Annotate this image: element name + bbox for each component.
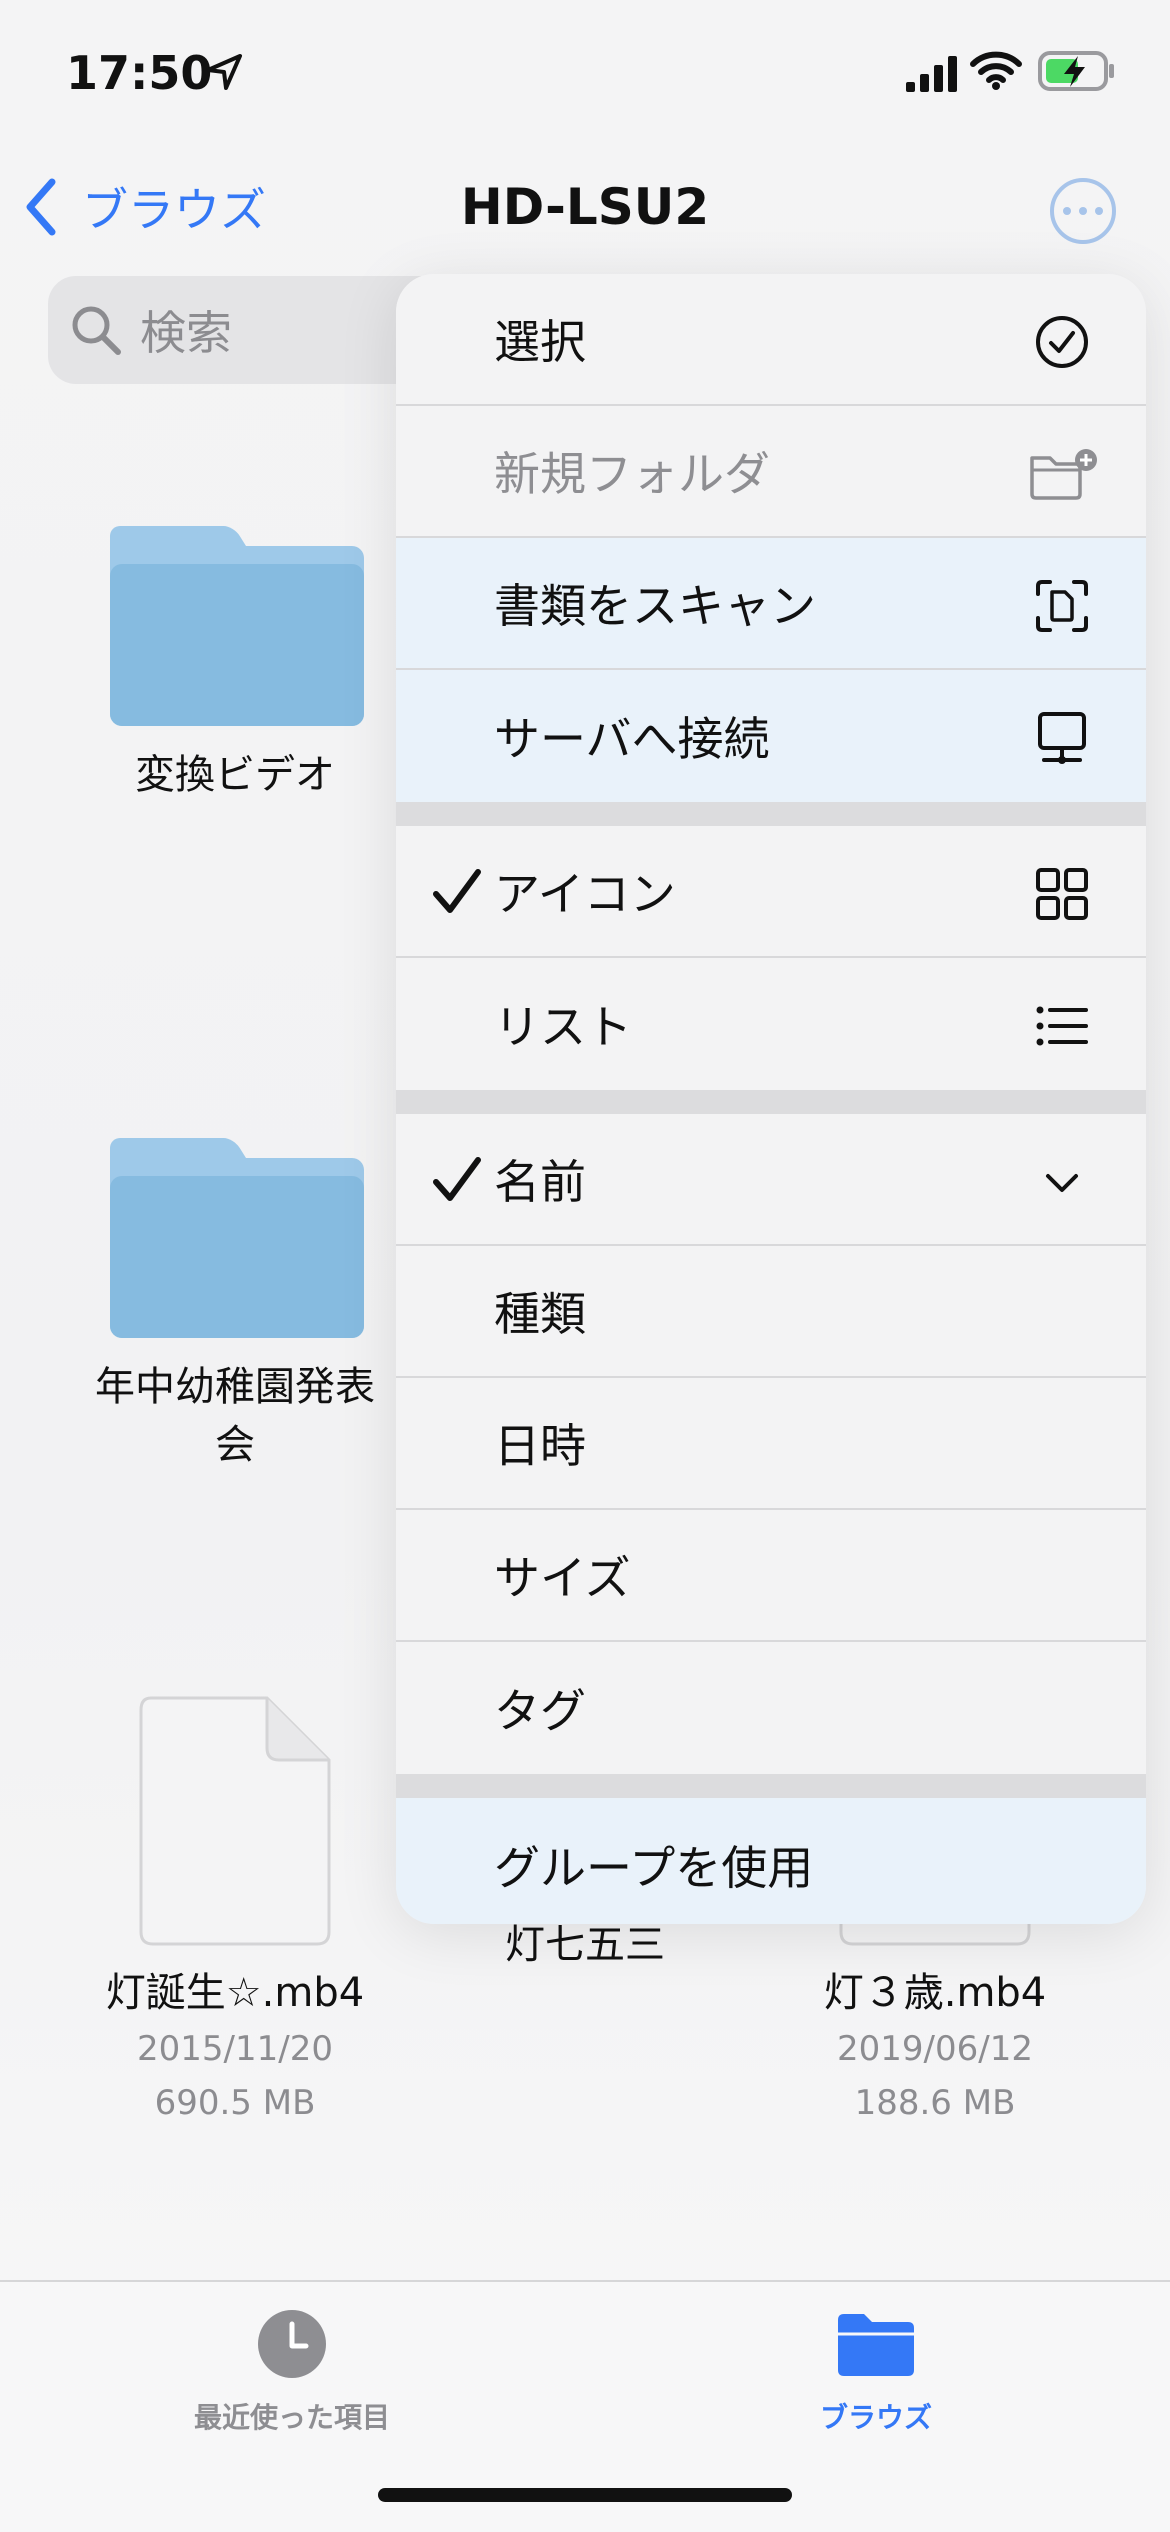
- clock-icon: [258, 2310, 326, 2378]
- menu-separator: [396, 802, 1146, 826]
- list-icon: [1036, 1006, 1088, 1046]
- file-name: 灯七五三: [505, 1922, 665, 1968]
- menu-item-view-icons[interactable]: アイコン: [396, 826, 1146, 958]
- search-placeholder: 検索: [140, 306, 232, 360]
- folder-fill-icon: [838, 2314, 914, 2376]
- checkmark-icon: [433, 869, 481, 913]
- menu-separator: [396, 1090, 1146, 1114]
- cellular-signal-icon: [906, 56, 957, 92]
- menu-item-scan-documents[interactable]: 書類をスキャン: [396, 538, 1146, 670]
- folder-item[interactable]: 年中幼稚園発表会: [84, 1138, 386, 1474]
- menu-item-label: 新規フォルダ: [494, 447, 770, 501]
- chevron-down-icon: [1046, 1174, 1078, 1192]
- menu-item-label: 書類をスキャン: [494, 579, 816, 633]
- file-date: 2019/06/12: [837, 2029, 1033, 2069]
- document-item[interactable]: 灯誕生☆.mb4 2015/11/20 690.5 MB: [60, 1696, 410, 2130]
- document-icon: [139, 1696, 331, 1946]
- menu-item-label: アイコン: [494, 867, 676, 921]
- location-arrow-icon: [206, 54, 242, 90]
- file-size: 188.6 MB: [854, 2083, 1016, 2123]
- file-name: 年中幼稚園発表会: [95, 1364, 375, 1468]
- options-menu: 選択 新規フォルダ 書類をスキャン サーバへ接続 アイコン リスト 名前 種類 …: [396, 274, 1146, 1924]
- more-options-button[interactable]: [1050, 178, 1116, 244]
- folder-icon: [110, 526, 364, 726]
- menu-item-sort-kind[interactable]: 種類: [396, 1246, 1146, 1378]
- file-name: 変換ビデオ: [135, 752, 335, 798]
- menu-item-sort-date[interactable]: 日時: [396, 1378, 1146, 1510]
- checkmark-icon: [433, 1157, 481, 1201]
- page-title: HD-LSU2: [460, 178, 710, 236]
- home-indicator: [378, 2488, 792, 2502]
- menu-item-sort-size[interactable]: サイズ: [396, 1510, 1146, 1642]
- search-icon: [72, 306, 121, 355]
- menu-item-view-list[interactable]: リスト: [396, 958, 1146, 1090]
- file-name: 灯誕生☆.mb4: [105, 1970, 365, 2016]
- menu-item-label: 日時: [494, 1419, 586, 1473]
- menu-item-label: 選択: [494, 315, 586, 369]
- tab-label: ブラウズ: [819, 2401, 932, 2434]
- ellipsis-icon: [1063, 207, 1071, 215]
- menu-item-sort-tags[interactable]: タグ: [396, 1642, 1146, 1774]
- checkmark-circle-icon: [1036, 316, 1088, 368]
- wifi-icon: [970, 51, 1022, 90]
- menu-item-label: サイズ: [494, 1551, 631, 1605]
- file-size: 690.5 MB: [154, 2083, 316, 2123]
- folder-item[interactable]: 変換ビデオ: [60, 526, 410, 804]
- menu-item-label: サーバへ接続: [494, 712, 770, 766]
- file-name: 灯３歳.mb4: [823, 1970, 1047, 2016]
- file-date: 2015/11/20: [137, 2029, 333, 2069]
- desktop-computer-icon: [1038, 712, 1086, 764]
- menu-separator: [396, 1774, 1146, 1798]
- menu-item-label: グループを使用: [494, 1841, 814, 1895]
- grid-icon: [1036, 868, 1088, 920]
- battery-charging-icon: [1038, 51, 1114, 91]
- menu-item-use-groups[interactable]: グループを使用: [396, 1798, 1146, 1924]
- tab-recents[interactable]: 最近使った項目: [132, 2308, 452, 2436]
- menu-item-sort-name[interactable]: 名前: [396, 1114, 1146, 1246]
- menu-item-label: リスト: [494, 1000, 632, 1054]
- menu-item-connect-server[interactable]: サーバへ接続: [396, 670, 1146, 802]
- doc-viewfinder-icon: [1036, 580, 1088, 632]
- menu-item-label: 種類: [494, 1287, 586, 1341]
- folder-badge-plus-icon: [1030, 449, 1097, 500]
- tab-browse[interactable]: ブラウズ: [716, 2308, 1036, 2436]
- menu-item-label: 名前: [494, 1155, 586, 1209]
- status-time: 17:50: [66, 46, 213, 100]
- tab-label: 最近使った項目: [193, 2401, 390, 2434]
- menu-item-select[interactable]: 選択: [396, 274, 1146, 406]
- menu-item-label: タグ: [494, 1684, 586, 1738]
- files-app-screen: 17:50 ブラウズ HD-LSU2 検索 変換ビデオ 年中幼稚園発表会 灯誕生…: [0, 0, 1170, 2532]
- status-bar: 17:50: [0, 0, 1170, 150]
- folder-icon: [110, 1138, 364, 1338]
- menu-item-new-folder[interactable]: 新規フォルダ: [396, 406, 1146, 538]
